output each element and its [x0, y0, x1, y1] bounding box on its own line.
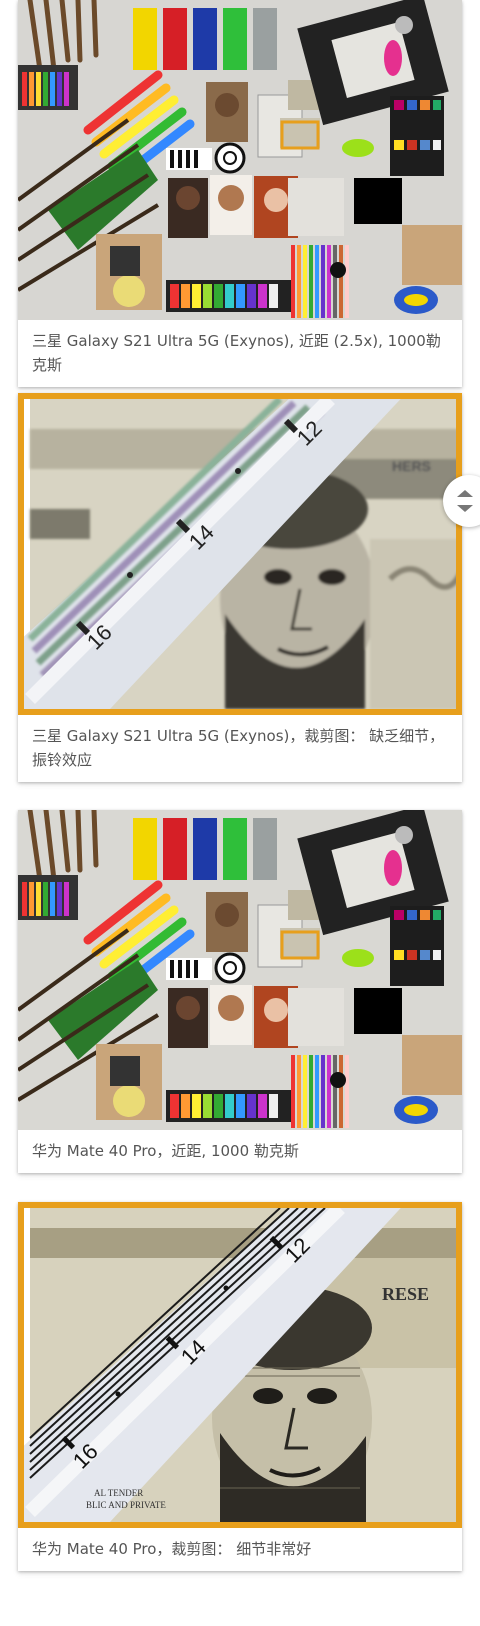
photo-card-4: 12 14 16 RESE AL TENDER BLIC AND PRIVATE… — [18, 1202, 462, 1571]
photo-card-3: 华为 Mate 40 Pro，近距, 1000 勒克斯 — [18, 810, 462, 1173]
photo-caption: 华为 Mate 40 Pro，裁剪图： 细节非常好 — [32, 1540, 312, 1558]
banknote-small-text-1: AL TENDER — [94, 1488, 143, 1498]
banknote-small-text-2: BLIC AND PRIVATE — [86, 1500, 166, 1510]
photo-caption: 三星 Galaxy S21 Ultra 5G (Exynos)，裁剪图： 缺乏细… — [32, 727, 445, 769]
crop-photo-highlighted[interactable]: 12 14 16 HERS — [18, 393, 462, 715]
crop-photo-highlighted[interactable]: 12 14 16 RESE AL TENDER BLIC AND PRIVATE — [18, 1202, 462, 1528]
test-scene-photo[interactable] — [18, 810, 462, 1130]
up-down-chevrons-icon — [457, 490, 473, 512]
photo-card-1: 三星 Galaxy S21 Ultra 5G (Exynos), 近距 (2.5… — [18, 0, 462, 387]
scene-svg — [18, 0, 462, 320]
photo-caption: 三星 Galaxy S21 Ultra 5G (Exynos), 近距 (2.5… — [32, 332, 441, 374]
banknote-text: HERS — [392, 458, 431, 474]
scene-svg — [18, 810, 462, 1130]
banknote-text: RESE — [382, 1284, 429, 1304]
test-scene-photo[interactable] — [18, 0, 462, 320]
photo-caption: 华为 Mate 40 Pro，近距, 1000 勒克斯 — [32, 1142, 299, 1160]
crop-svg: 12 14 16 RESE AL TENDER BLIC AND PRIVATE — [24, 1208, 456, 1522]
photo-card-2: 12 14 16 HERS 三星 Galaxy S21 Ultra 5G (Ex… — [18, 393, 462, 782]
crop-svg: 12 14 16 HERS — [24, 399, 456, 709]
